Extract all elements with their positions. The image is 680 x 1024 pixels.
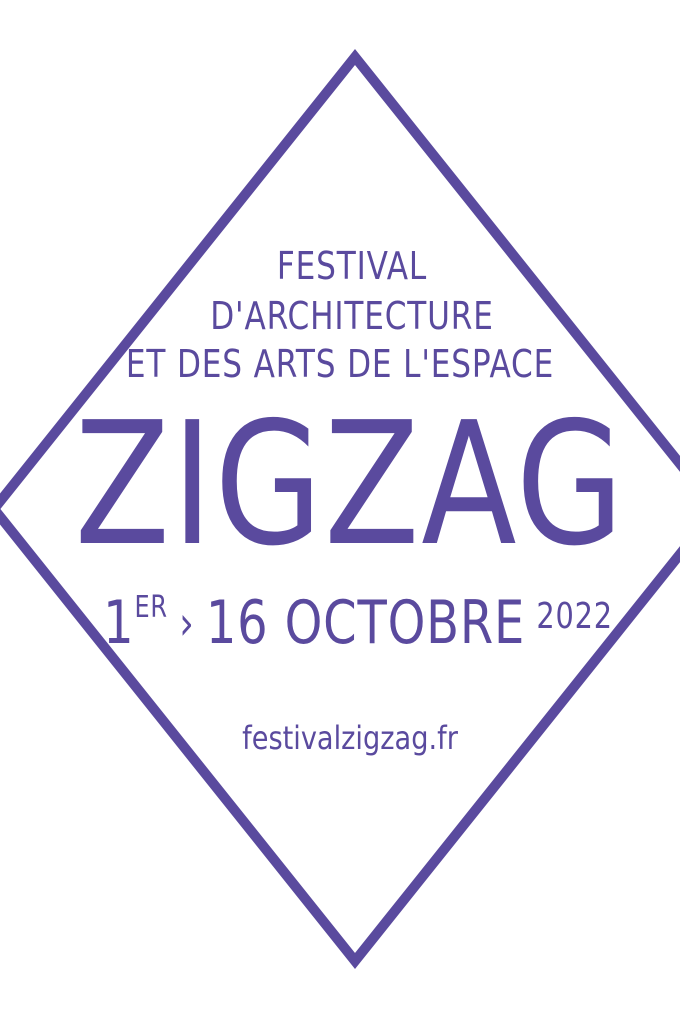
date-arrow-icon: ›: [179, 596, 195, 650]
subtitle-line-festival: FESTIVAL: [276, 244, 428, 288]
start-day: 1: [103, 588, 135, 658]
subtitle-line-architecture: D'ARCHITECTURE: [210, 294, 494, 338]
website-link[interactable]: festivalzigzag.fr: [61, 718, 639, 758]
festival-poster: FESTIVAL D'ARCHITECTURE ET DES ARTS DE L…: [0, 0, 680, 1024]
end-date: 16 OCTOBRE: [205, 588, 526, 658]
subtitle-line-arts: ET DES ARTS DE L'ESPACE: [125, 342, 555, 386]
festival-title: ZIGZAG: [74, 386, 626, 584]
year: 2022: [536, 596, 613, 637]
start-day-suffix: ER: [134, 590, 168, 625]
festival-dates: 1 ER › 16 OCTOBRE 2022: [86, 588, 630, 658]
